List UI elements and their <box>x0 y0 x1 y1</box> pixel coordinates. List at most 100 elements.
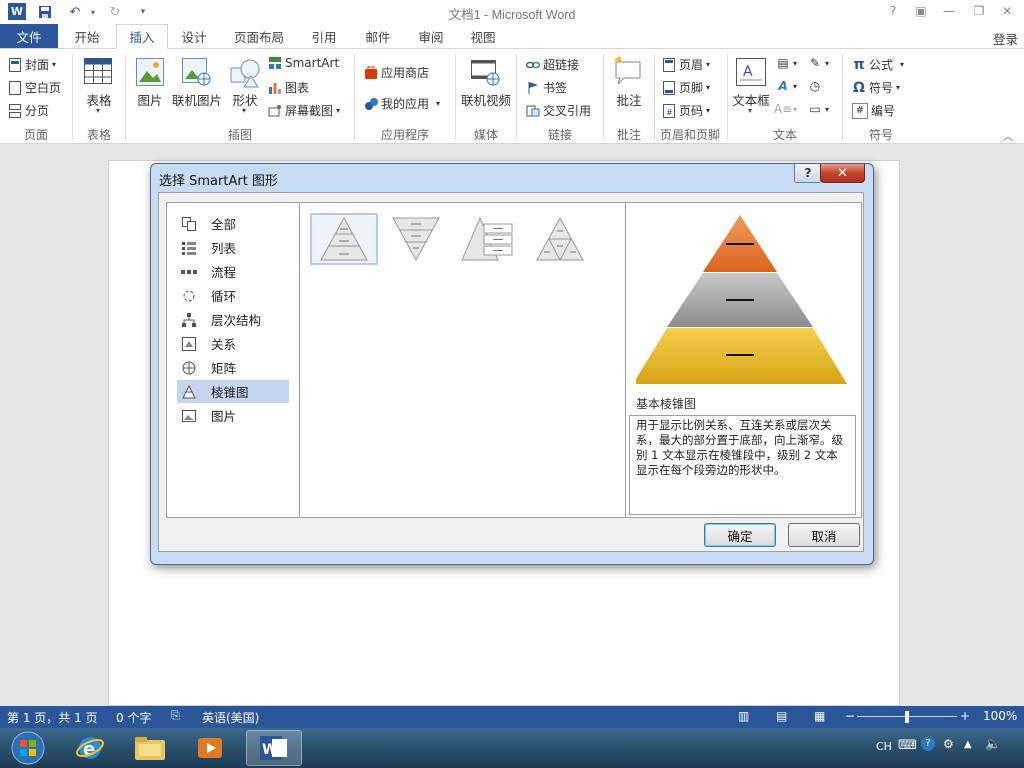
category-process[interactable]: 流程 <box>177 260 289 283</box>
taskbar-word[interactable]: W <box>246 730 302 766</box>
app-store-button[interactable]: 应用商店 <box>364 64 429 81</box>
cross-reference-icon <box>526 104 540 118</box>
blank-page-button[interactable]: 空白页 <box>8 79 61 96</box>
category-all[interactable]: 全部 <box>177 212 289 235</box>
header-button[interactable]: 页眉 ▾ <box>662 56 710 73</box>
online-video-icon <box>471 60 500 86</box>
page-break-button[interactable]: 分页 <box>8 102 49 119</box>
online-picture-button[interactable]: 联机图片 <box>172 56 222 112</box>
taskbar-internet-explorer[interactable]: e <box>62 730 118 766</box>
inverted-pyramid-thumbnail <box>392 217 440 262</box>
tab-design[interactable]: 设计 <box>170 24 218 48</box>
screenshot-button[interactable]: 屏幕截图 ▾ <box>268 102 340 119</box>
shapes-button[interactable]: 形状 ▾ <box>228 56 262 122</box>
keyboard-icon[interactable]: ⌨ <box>898 738 917 753</box>
proofing-icon[interactable]: ⎘ <box>171 709 180 723</box>
dialog-help-button[interactable]: ? <box>794 164 822 183</box>
object-button[interactable]: ▭ ▾ <box>808 102 829 116</box>
screenshot-label: 屏幕截图 <box>285 104 334 118</box>
category-hierarchy[interactable]: 层次结构 <box>177 308 289 331</box>
zoom-slider-thumb[interactable] <box>905 711 909 723</box>
my-apps-button[interactable]: 我的应用 ▾ <box>364 95 440 112</box>
quick-parts-button[interactable]: ▤ ▾ <box>776 56 797 70</box>
help-tray-icon[interactable]: ? <box>921 737 935 751</box>
my-apps-icon <box>364 97 378 111</box>
taskbar-media-player[interactable] <box>182 730 238 766</box>
category-cycle[interactable]: 循环 <box>177 284 289 307</box>
chart-label: 图表 <box>285 81 310 95</box>
close-button[interactable]: ✕ <box>996 2 1018 20</box>
category-relationship[interactable]: 关系 <box>177 332 289 355</box>
object-icon: ▭ <box>809 102 821 116</box>
minimize-button[interactable]: — <box>938 2 960 20</box>
textbox-button[interactable]: A 文本框 ▾ <box>732 56 770 122</box>
cancel-button[interactable]: 取消 <box>788 523 860 547</box>
hyperlink-button[interactable]: 超链接 <box>526 56 579 73</box>
start-button[interactable] <box>0 730 56 766</box>
category-label: 层次结构 <box>211 313 262 328</box>
tab-review[interactable]: 审阅 <box>407 24 455 48</box>
table-button[interactable]: 表格 ▾ <box>82 56 116 122</box>
dialog-close-button[interactable]: ✕ <box>820 164 865 183</box>
numbering-button[interactable]: # 编号 <box>852 102 895 119</box>
read-mode-icon[interactable]: ▥ <box>738 709 749 723</box>
tab-insert[interactable]: 插入 <box>116 24 168 49</box>
category-matrix[interactable]: 矩阵 <box>177 356 289 379</box>
ok-button[interactable]: 确定 <box>704 523 776 547</box>
language-indicator[interactable]: 英语(美国) <box>202 709 259 726</box>
tab-view[interactable]: 视图 <box>459 24 507 48</box>
page-count[interactable]: 第 1 页，共 1 页 <box>7 709 98 726</box>
date-time-button[interactable]: ◷ <box>808 79 822 93</box>
zoom-level[interactable]: 100% <box>983 709 1017 723</box>
drop-cap-button[interactable]: A≡ ▾ <box>774 102 797 116</box>
category-list-type[interactable]: 列表 <box>177 236 289 259</box>
preview-pane: 基本棱锥图 用于显示比例关系、互连关系或层次关系，最大的部分置于底部，向上渐窄。… <box>625 202 862 518</box>
category-picture[interactable]: 图片 <box>177 404 289 427</box>
tab-references[interactable]: 引用 <box>300 24 348 48</box>
sign-in-link[interactable]: 登录 <box>993 29 1018 48</box>
wordart-icon: A <box>778 79 788 93</box>
collapse-ribbon-icon[interactable]: ︿ <box>1003 128 1013 143</box>
equation-button[interactable]: π 公式 ▾ <box>852 56 904 73</box>
picture-button[interactable]: 图片 <box>134 56 166 112</box>
symbol-button[interactable]: Ω 符号 ▾ <box>852 79 900 96</box>
category-pyramid[interactable]: 棱锥图 <box>177 380 289 403</box>
zoom-out-icon[interactable]: − <box>845 709 855 723</box>
cover-page-button[interactable]: 封面 ▾ <box>8 56 56 73</box>
tab-file[interactable]: 文件 <box>0 24 58 48</box>
my-apps-label: 我的应用 <box>381 97 430 111</box>
smartart-button[interactable]: SmartArt <box>268 56 339 70</box>
layout-inverted-pyramid[interactable] <box>382 213 450 265</box>
tab-page-layout[interactable]: 页面布局 <box>224 24 294 48</box>
signature-line-button[interactable]: ✎ ▾ <box>808 56 829 70</box>
tray-settings-icon[interactable]: ⚙ <box>943 737 954 751</box>
bookmark-button[interactable]: 书签 <box>526 79 567 96</box>
dialog-title: 选择 SmartArt 图形 <box>159 174 278 189</box>
ribbon-display-options-button[interactable]: ▣ <box>910 2 932 20</box>
comment-button[interactable]: 批注 <box>612 56 646 112</box>
cross-reference-button[interactable]: 交叉引用 <box>526 102 591 119</box>
wordart-button[interactable]: A ▾ <box>776 79 797 93</box>
tab-home[interactable]: 开始 <box>62 24 112 48</box>
layout-pyramid-list[interactable] <box>454 213 522 265</box>
word-count[interactable]: 0 个字 <box>116 709 151 726</box>
online-video-button[interactable]: 联机视频 <box>460 56 512 112</box>
taskbar-file-explorer[interactable] <box>122 730 178 766</box>
zoom-in-icon[interactable]: + <box>960 709 970 723</box>
volume-icon[interactable]: 🔈 <box>985 737 1001 752</box>
footer-button[interactable]: 页脚 ▾ <box>662 79 710 96</box>
smartart-label: SmartArt <box>285 56 340 70</box>
show-hidden-icons-icon[interactable]: ▲ <box>964 739 972 750</box>
tab-mailings[interactable]: 邮件 <box>354 24 402 48</box>
status-bar: 第 1 页，共 1 页 0 个字 ⎘ 英语(美国) ▥ ▤ ▦ − + 100% <box>0 706 1024 728</box>
help-button[interactable]: ? <box>882 2 904 20</box>
layout-segmented-pyramid[interactable] <box>526 213 594 265</box>
restore-button[interactable]: ❐ <box>968 2 990 20</box>
layout-basic-pyramid[interactable] <box>310 213 378 265</box>
input-language-indicator[interactable]: CH <box>876 740 892 753</box>
web-layout-icon[interactable]: ▦ <box>814 709 825 723</box>
print-layout-icon[interactable]: ▤ <box>776 709 787 723</box>
smartart-dialog: 选择 SmartArt 图形 ? ✕ 全部 列表 流程 循环 层次结构 关系 矩… <box>150 163 874 565</box>
page-number-button[interactable]: # 页码 ▾ <box>662 102 710 119</box>
chart-button[interactable]: 图表 <box>268 79 309 96</box>
